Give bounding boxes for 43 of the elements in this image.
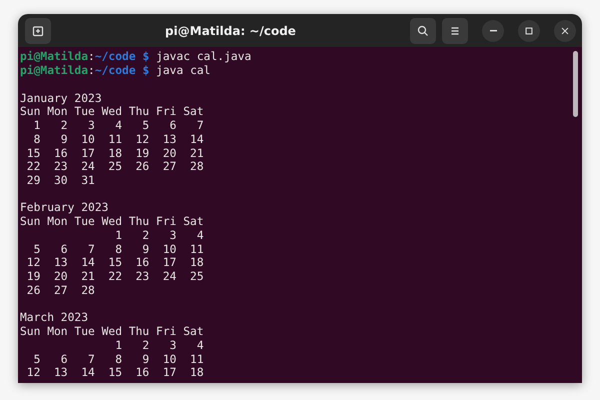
minimize-button[interactable]: [482, 20, 504, 42]
output-line: 22 23 24 25 26 27 28: [26, 160, 204, 174]
output-line: 5 6 7 8 9 10 11: [32, 242, 204, 256]
maximize-icon: [524, 26, 534, 36]
output-line: March 2023: [20, 311, 88, 324]
output-line: 12 13 14 15 16 17 18: [26, 366, 204, 380]
prompt-user: pi@Matilda: [20, 64, 88, 78]
command-text: java cal: [156, 64, 210, 78]
search-button[interactable]: [410, 18, 436, 44]
output-line: 19 20 21 22 23 24 25: [26, 270, 204, 284]
output-line: February 2023: [20, 201, 108, 214]
minimize-icon: [490, 30, 496, 32]
command-text: javac cal.java: [156, 50, 252, 64]
new-tab-icon: [32, 24, 44, 37]
prompt-separator: :: [88, 64, 95, 78]
output-line: 26 27 28: [26, 284, 95, 297]
output-line: 5 6 7 8 9 10 11: [32, 352, 204, 366]
scrollbar-thumb[interactable]: [573, 51, 578, 118]
prompt-user: pi@Matilda: [20, 50, 88, 64]
prompt-path: ~/code: [94, 64, 136, 78]
output-line: Sun Mon Tue Wed Thu Fri Sat: [20, 105, 204, 118]
prompt-symbol: $: [142, 64, 150, 78]
close-icon: [560, 26, 570, 36]
new-tab-button[interactable]: [25, 18, 51, 44]
search-icon: [417, 24, 429, 37]
output-line: January 2023: [20, 92, 102, 105]
menu-icon: [449, 24, 461, 37]
output-line: 15 16 17 18 19 20 21: [26, 146, 204, 160]
output-line: Sun Mon Tue Wed Thu Fri Sat: [20, 325, 204, 338]
menu-button[interactable]: [442, 18, 468, 44]
prompt-separator: :: [88, 50, 95, 64]
output-line: 1 2 3 4 5 6 7: [32, 119, 204, 132]
output-line: 1 2 3 4: [114, 338, 204, 352]
output-line: 1 2 3 4: [114, 228, 204, 242]
output-line: Sun Mon Tue Wed Thu Fri Sat: [20, 215, 204, 228]
output-line: 29 30 31: [26, 174, 95, 187]
prompt-symbol: $: [142, 50, 150, 64]
maximize-button[interactable]: [518, 20, 540, 42]
window-title: pi@Matilda: ~/code: [164, 24, 297, 38]
output-line: 8 9 10 11 12 13 14: [32, 132, 204, 146]
prompt-path: ~/code: [94, 50, 136, 64]
output-line: 12 13 14 15 16 17 18: [26, 256, 204, 270]
close-button[interactable]: [554, 20, 576, 42]
